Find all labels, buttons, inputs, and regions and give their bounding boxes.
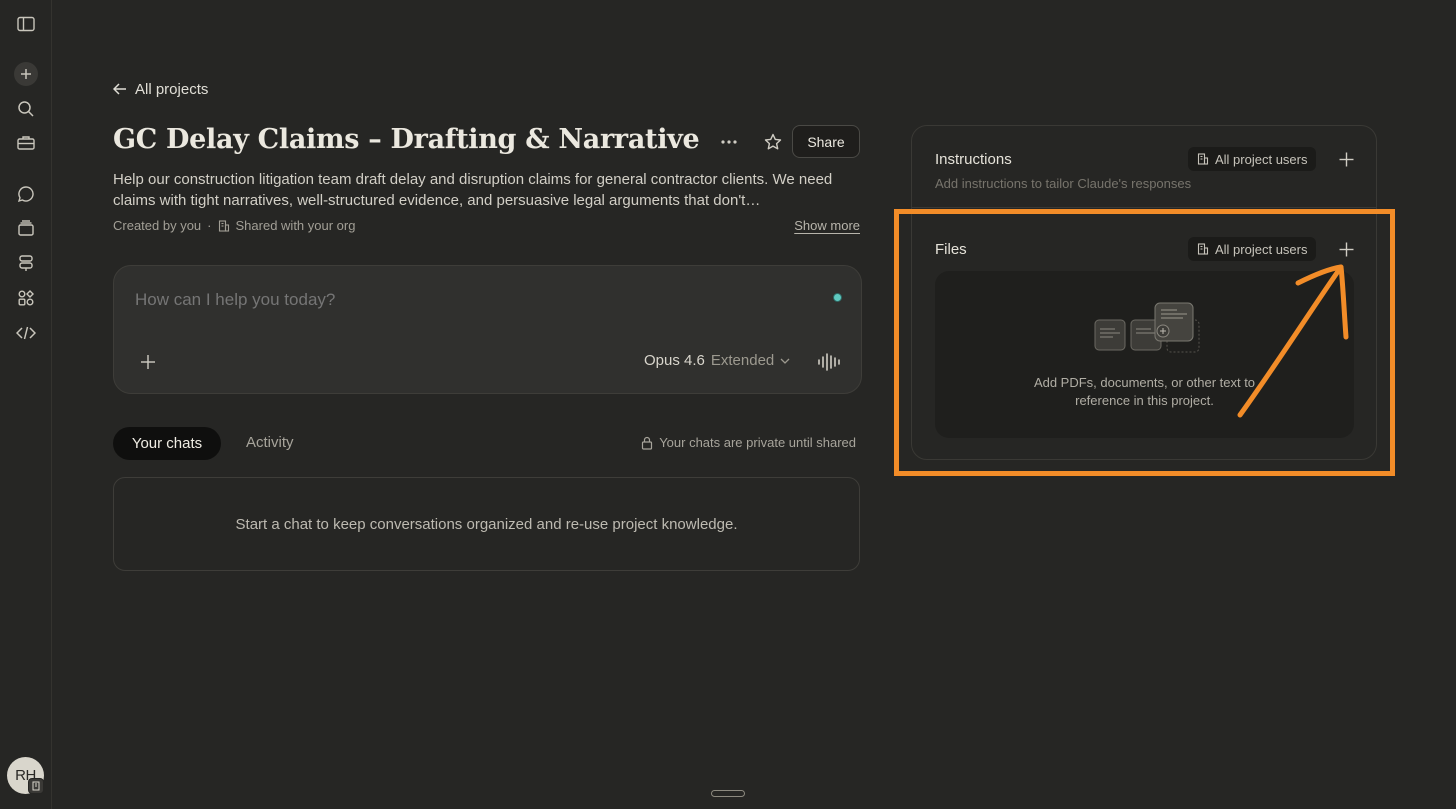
model-selector[interactable]: Opus 4.6 Extended	[644, 352, 790, 369]
add-attachment-icon[interactable]	[132, 346, 164, 378]
building-icon	[1197, 153, 1209, 165]
documents-illustration-icon	[1093, 302, 1201, 354]
add-instructions-icon[interactable]	[1334, 147, 1358, 171]
signpost-icon[interactable]	[10, 247, 42, 279]
back-to-all-projects-link[interactable]: All projects	[113, 79, 208, 99]
chats-empty-state: Start a chat to keep conversations organ…	[113, 477, 860, 571]
back-link-label: All projects	[135, 80, 209, 98]
star-icon[interactable]	[756, 125, 790, 159]
org-badge-icon	[28, 778, 44, 794]
files-title: Files	[935, 241, 967, 258]
instructions-users-pill[interactable]: All project users	[1188, 147, 1317, 171]
files-users-label: All project users	[1215, 241, 1308, 257]
chats-empty-text: Start a chat to keep conversations organ…	[235, 515, 738, 533]
building-icon	[1197, 243, 1209, 255]
files-empty-line-2: reference in this project.	[1075, 393, 1214, 408]
project-meta: Created by you · Shared with your org	[113, 218, 355, 233]
files-empty-line-1: Add PDFs, documents, or other text to	[1033, 375, 1256, 390]
status-dot	[833, 293, 842, 302]
chat-input[interactable]	[135, 290, 795, 310]
voice-waveform-icon[interactable]	[814, 348, 844, 376]
instructions-users-label: All project users	[1215, 151, 1308, 167]
apps-icon[interactable]	[10, 282, 42, 314]
chats-icon[interactable]	[10, 178, 42, 210]
private-note: Your chats are private until shared	[641, 435, 856, 450]
files-drop-zone[interactable]: Add PDFs, documents, or other text to re…	[935, 271, 1354, 438]
sidebar-toggle-icon[interactable]	[10, 8, 42, 40]
instructions-title: Instructions	[935, 151, 1012, 168]
sidebar: RH	[0, 0, 52, 809]
files-users-pill[interactable]: All project users	[1188, 237, 1317, 261]
share-button[interactable]: Share	[792, 125, 860, 158]
chevron-down-icon	[780, 358, 790, 364]
code-icon[interactable]	[10, 317, 42, 349]
shared-with: Shared with your org	[235, 218, 356, 233]
show-more-link[interactable]: Show more	[794, 218, 860, 233]
instructions-subtitle: Add instructions to tailor Claude's resp…	[935, 176, 1192, 191]
panel-divider	[912, 207, 1376, 208]
home-indicator	[711, 790, 745, 797]
project-description: Help our construction litigation team dr…	[113, 171, 833, 209]
more-options-icon[interactable]	[712, 125, 746, 159]
files-empty-text: Add PDFs, documents, or other text to re…	[935, 374, 1354, 410]
tab-activity[interactable]: Activity	[246, 434, 294, 451]
private-note-text: Your chats are private until shared	[659, 435, 856, 450]
project-title: GC Delay Claims – Drafting & Narrative	[113, 124, 700, 155]
building-icon	[218, 219, 230, 232]
created-by: Created by you	[113, 218, 202, 233]
model-mode: Extended	[710, 352, 775, 369]
project-knowledge-panel: Instructions All project users Add instr…	[911, 125, 1377, 460]
chat-composer: Opus 4.6 Extended	[113, 265, 862, 394]
tab-your-chats[interactable]: Your chats	[113, 427, 221, 460]
search-icon[interactable]	[10, 93, 42, 125]
new-chat-icon[interactable]	[14, 62, 38, 86]
add-files-icon[interactable]	[1334, 237, 1358, 261]
projects-icon[interactable]	[10, 212, 42, 244]
lock-icon	[641, 436, 653, 450]
meta-separator: ·	[207, 218, 212, 233]
toolbox-icon[interactable]	[10, 127, 42, 159]
arrow-left-icon	[113, 83, 127, 95]
model-name: Opus 4.6	[644, 352, 705, 369]
